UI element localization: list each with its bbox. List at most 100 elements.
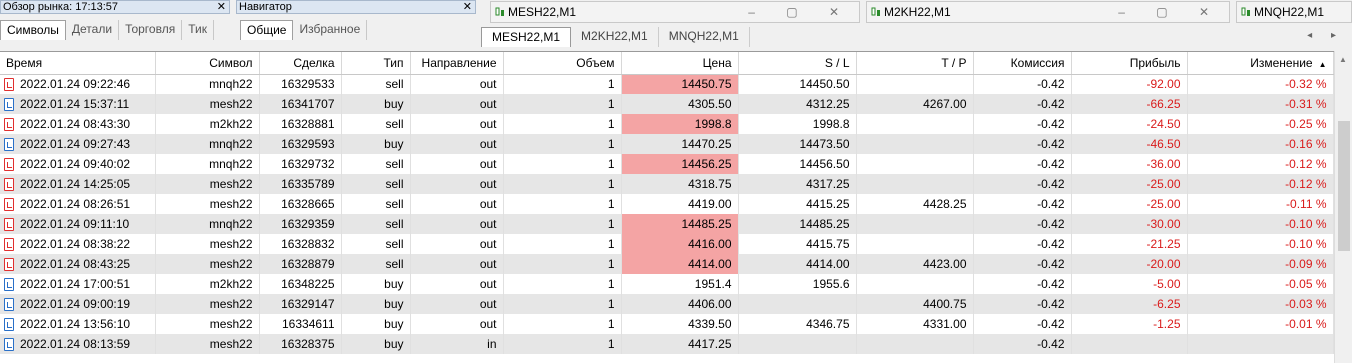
table-row[interactable]: 2022.01.24 08:43:30 m2kh22 16328881 sell out… <box>0 114 1334 134</box>
cell-type: sell <box>341 194 411 214</box>
table-row[interactable]: 2022.01.24 17:00:51 m2kh22 16348225 buy out 1… <box>0 274 1334 294</box>
tab-trading[interactable]: Торговля <box>119 20 183 40</box>
table-row[interactable]: 2022.01.24 08:43:25 mesh22 16328879 sell out… <box>0 254 1334 274</box>
cell-sl: 4317.25 <box>738 174 857 194</box>
cell-commission: -0.42 <box>973 134 1072 154</box>
cell-tp <box>856 174 974 194</box>
table-row[interactable]: 2022.01.24 15:37:11 mesh22 16341707 buy out 1… <box>0 94 1334 114</box>
top-panels: Обзор рынка: 17:13:57 ✕ Символы Детали Т… <box>0 0 1352 48</box>
close-icon[interactable]: ✕ <box>217 1 226 13</box>
cell-direction: in <box>410 334 504 354</box>
col-sl[interactable]: S / L <box>738 52 857 75</box>
tab-ticks[interactable]: Тик <box>182 20 214 40</box>
cell-commission: -0.42 <box>973 294 1072 314</box>
cell-deal: 16329593 <box>259 134 342 154</box>
cell-type: buy <box>341 294 411 314</box>
window-controls[interactable]: ‒ ▢ ✕ <box>748 2 853 22</box>
cell-time: 2022.01.24 09:22:46 <box>0 74 156 94</box>
buy-deal-icon <box>4 138 14 151</box>
cell-time-text: 2022.01.24 08:43:30 <box>20 117 131 131</box>
table-row[interactable]: 2022.01.24 08:26:51 mesh22 16328665 sell out… <box>0 194 1334 214</box>
col-time[interactable]: Время <box>0 52 156 75</box>
cell-sl: 4414.00 <box>738 254 857 274</box>
chart-window-m2kh22[interactable]: M2KH22,M1 ‒ ▢ ✕ <box>866 1 1230 23</box>
cell-time-text: 2022.01.24 09:11:10 <box>20 217 130 231</box>
cell-change: -0.25 % <box>1187 114 1334 134</box>
cell-price: 14485.25 <box>621 214 739 234</box>
cell-sl: 1955.6 <box>738 274 857 294</box>
cell-type: sell <box>341 174 411 194</box>
col-symbol[interactable]: Символ <box>155 52 260 75</box>
table-row[interactable]: 2022.01.24 09:00:19 mesh22 16329147 buy out 1… <box>0 294 1334 314</box>
tab-chart-m2kh22[interactable]: M2KH22,M1 <box>571 27 659 47</box>
cell-time: 2022.01.24 08:43:30 <box>0 114 156 134</box>
cell-deal: 16341707 <box>259 94 342 114</box>
cell-time: 2022.01.24 09:27:43 <box>0 134 156 154</box>
cell-time-text: 2022.01.24 09:22:46 <box>20 77 131 92</box>
window-controls[interactable]: ‒ ▢ ✕ <box>1118 2 1223 22</box>
tab-general[interactable]: Общие <box>240 20 294 40</box>
table-row[interactable]: 2022.01.24 14:25:05 mesh22 16335789 sell out… <box>0 174 1334 194</box>
tab-details[interactable]: Детали <box>66 20 120 40</box>
table-row[interactable]: 2022.01.24 13:56:10 mesh22 16334611 buy out 1… <box>0 314 1334 334</box>
col-deal[interactable]: Сделка <box>259 52 342 75</box>
cell-deal: 16329147 <box>259 294 342 314</box>
cell-volume: 1 <box>503 114 622 134</box>
cell-direction: out <box>410 194 504 214</box>
cell-commission: -0.42 <box>973 334 1072 354</box>
cell-tp: 4267.00 <box>856 94 974 114</box>
cell-tp <box>856 234 974 254</box>
table-row[interactable]: 2022.01.24 09:27:43 mnqh22 16329593 buy out 1… <box>0 134 1334 154</box>
col-commission[interactable]: Комиссия <box>973 52 1072 75</box>
cell-profit: -30.00 <box>1071 214 1188 234</box>
cell-time-text: 2022.01.24 17:00:51 <box>20 277 131 291</box>
buy-deal-icon <box>4 278 14 291</box>
cell-symbol: mesh22 <box>155 294 260 314</box>
close-icon[interactable]: ✕ <box>463 1 472 13</box>
col-change[interactable]: Изменение ▲ <box>1187 52 1334 75</box>
cell-tp: 4428.25 <box>856 194 974 214</box>
cell-tp: 4423.00 <box>856 254 974 274</box>
cell-type: sell <box>341 74 411 94</box>
cell-profit <box>1071 334 1188 354</box>
tab-chart-mesh22[interactable]: MESH22,M1 <box>481 27 572 47</box>
market-watch-title: Обзор рынка: 17:13:57 ✕ <box>0 0 230 14</box>
cell-change: -0.31 % <box>1187 94 1334 114</box>
col-type[interactable]: Тип <box>341 52 411 75</box>
cell-deal: 16334611 <box>259 314 342 334</box>
table-row[interactable]: 2022.01.24 08:13:59 mesh22 16328375 buy in 1 4… <box>0 334 1334 354</box>
table-row[interactable]: 2022.01.24 09:11:10 mnqh22 16329359 sell out… <box>0 214 1334 234</box>
table-row[interactable]: 2022.01.24 09:22:46 mnqh22 16329533 sell out… <box>0 74 1334 94</box>
table-row[interactable]: 2022.01.24 08:38:22 mesh22 16328832 sell out… <box>0 234 1334 254</box>
cell-commission: -0.42 <box>973 154 1072 174</box>
cell-time-text: 2022.01.24 08:13:59 <box>20 337 131 351</box>
col-profit[interactable]: Прибыль <box>1071 52 1188 75</box>
cell-price: 1998.8 <box>621 114 739 134</box>
cell-sl <box>738 334 857 354</box>
col-volume[interactable]: Объем <box>503 52 622 75</box>
vertical-scrollbar[interactable]: ▲ <box>1334 51 1352 363</box>
tab-scroll-arrows[interactable]: ◂ ▸ <box>1307 30 1344 41</box>
col-direction[interactable]: Направление <box>410 52 504 75</box>
scroll-up-icon[interactable]: ▲ <box>1339 55 1347 64</box>
tab-symbols[interactable]: Символы <box>0 20 66 40</box>
cell-volume: 1 <box>503 94 622 114</box>
col-change-label: Изменение <box>1250 55 1313 70</box>
navigator-title: Навигатор ✕ <box>236 0 476 14</box>
sell-deal-icon <box>4 178 14 191</box>
tab-chart-mnqh22[interactable]: MNQH22,M1 <box>659 27 750 47</box>
table-row[interactable]: 2022.01.24 09:40:02 mnqh22 16329732 sell out… <box>0 154 1334 174</box>
col-tp[interactable]: T / P <box>856 52 974 75</box>
navigator-title-text: Навигатор <box>239 1 292 13</box>
cell-price: 1951.4 <box>621 274 739 294</box>
sell-deal-icon <box>4 158 14 171</box>
chart-window-mesh22[interactable]: MESH22,M1 ‒ ▢ ✕ <box>490 1 860 23</box>
tab-favorites[interactable]: Избранное <box>293 20 368 40</box>
cell-change: -0.16 % <box>1187 134 1334 154</box>
chart-window-mnqh22[interactable]: MNQH22,M1 <box>1236 1 1352 23</box>
sell-deal-icon <box>4 238 14 251</box>
cell-profit: -46.50 <box>1071 134 1188 154</box>
cell-deal: 16329533 <box>259 74 342 94</box>
col-price[interactable]: Цена <box>621 52 739 75</box>
scrollbar-thumb[interactable] <box>1338 121 1350 251</box>
